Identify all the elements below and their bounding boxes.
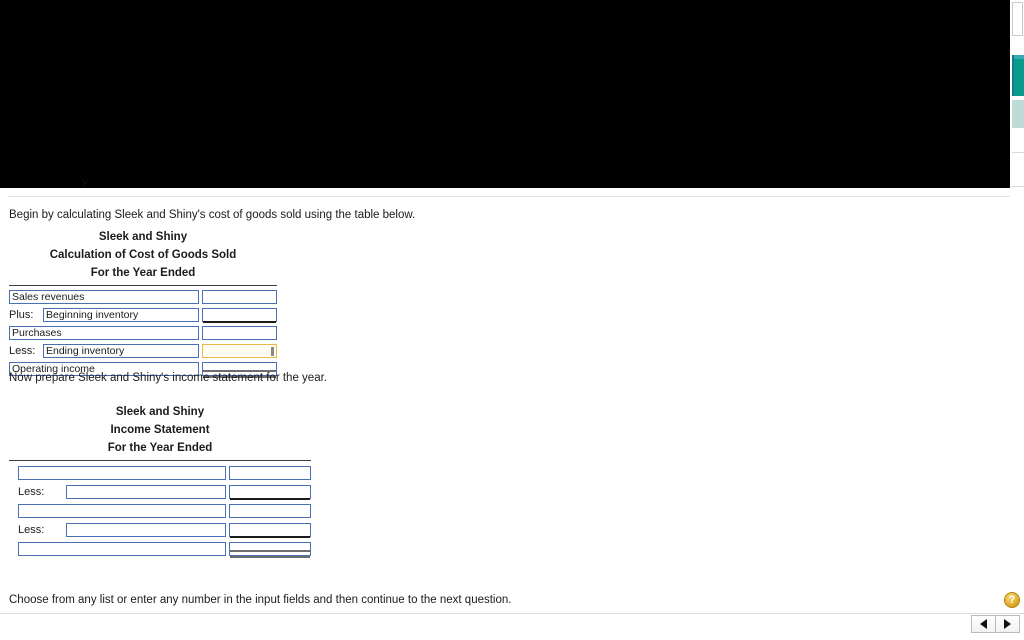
income-amount-cell-3 — [229, 503, 311, 518]
table-row: Less: — [9, 520, 311, 539]
income-amount-input-5[interactable] — [229, 541, 311, 556]
scrollbar-thumb-teal-edge — [1012, 55, 1014, 96]
cogs-amount-input-4-active[interactable] — [202, 344, 277, 358]
income-label-input-4[interactable] — [66, 522, 226, 537]
income-instruction-text: Now prepare Sleek and Shiny's income sta… — [9, 372, 327, 384]
income-rows: Less: Less: — [9, 463, 311, 558]
cogs-amount-cell-2 — [202, 308, 277, 323]
cogs-amount-cell-3 — [202, 326, 277, 340]
cogs-statement-period: For the Year Ended — [90, 267, 196, 279]
navigation-buttons — [971, 615, 1020, 633]
rail-divider-lower — [1012, 186, 1024, 187]
cogs-row-prefix-4: Less: — [9, 345, 36, 357]
income-amount-cell-2 — [229, 484, 311, 500]
income-label-input-1[interactable] — [18, 465, 226, 480]
income-label-input-2[interactable] — [66, 484, 226, 499]
scrollbar-track-pale[interactable] — [1012, 100, 1024, 128]
income-label-input-3[interactable] — [18, 503, 226, 518]
table-row — [9, 288, 277, 306]
worksheet-content: Begin by calculating Sleek and Shiny's c… — [0, 188, 1017, 584]
income-header-rule — [9, 460, 311, 461]
cogs-label-input-2[interactable] — [43, 308, 199, 322]
cogs-statement-table: Sleek and Shiny Calculation of Cost of G… — [9, 228, 277, 378]
cogs-amount-cell-4 — [202, 344, 277, 358]
footer-divider — [0, 613, 1024, 614]
table-row — [9, 539, 311, 558]
income-amount-cell-5 — [229, 541, 311, 558]
income-label-input-5[interactable] — [18, 541, 226, 556]
previous-question-button[interactable] — [971, 615, 996, 633]
cogs-label-input-3[interactable] — [9, 326, 199, 340]
table-row: Less: — [9, 342, 277, 360]
income-statement-period: For the Year Ended — [107, 442, 213, 454]
exercise-page: y Begin by calculating Sleek and Shiny's… — [0, 0, 1024, 640]
cogs-row-prefix-2: Plus: — [9, 309, 34, 321]
income-amount-cell-4 — [229, 522, 311, 538]
income-amount-input-3[interactable] — [229, 503, 311, 518]
table-row: Plus: — [9, 306, 277, 324]
text-caret — [271, 347, 274, 356]
cogs-amount-input-3[interactable] — [202, 326, 277, 340]
cogs-statement-title: Calculation of Cost of Goods Sold — [49, 249, 237, 261]
cogs-label-input-1[interactable] — [9, 290, 199, 304]
footer-bar: Choose from any list or enter any number… — [0, 584, 1024, 640]
occluded-text-fragment: y — [82, 176, 88, 188]
cogs-amount-cell-1 — [202, 290, 277, 304]
table-row — [9, 324, 277, 342]
scrollbar-thumb-top[interactable] — [1012, 2, 1023, 36]
help-icon[interactable]: ? — [1004, 592, 1020, 608]
income-amount-input-1[interactable] — [229, 465, 311, 480]
income-company-name: Sleek and Shiny — [115, 406, 205, 418]
cogs-company-name: Sleek and Shiny — [98, 231, 188, 243]
income-statement-table: Sleek and Shiny Income Statement For the… — [9, 403, 311, 558]
chevron-right-icon — [1004, 619, 1011, 629]
cogs-header-rule — [9, 285, 277, 286]
table-row — [9, 501, 311, 520]
next-question-button[interactable] — [995, 615, 1020, 633]
income-amount-cell-1 — [229, 465, 311, 480]
table-row: Less: — [9, 482, 311, 501]
cogs-rows: Plus: Less: — [9, 288, 277, 378]
income-row-prefix-2: Less: — [18, 485, 45, 498]
income-amount-input-2[interactable] — [229, 484, 311, 499]
income-statement-title: Income Statement — [110, 424, 210, 436]
footer-hint-text: Choose from any list or enter any number… — [9, 594, 512, 606]
income-row-prefix-4: Less: — [18, 523, 45, 536]
table-row — [9, 463, 311, 482]
income-amount-input-4[interactable] — [229, 522, 311, 537]
cogs-amount-input-1[interactable] — [202, 290, 277, 304]
cogs-amount-input-2[interactable] — [202, 308, 277, 322]
rail-divider-upper — [1012, 152, 1024, 153]
chevron-left-icon — [980, 619, 987, 629]
occluded-top-region: y — [0, 0, 1017, 188]
cogs-label-input-4[interactable] — [43, 344, 199, 358]
cogs-instruction-text: Begin by calculating Sleek and Shiny's c… — [9, 209, 416, 221]
content-top-divider — [8, 196, 1010, 197]
